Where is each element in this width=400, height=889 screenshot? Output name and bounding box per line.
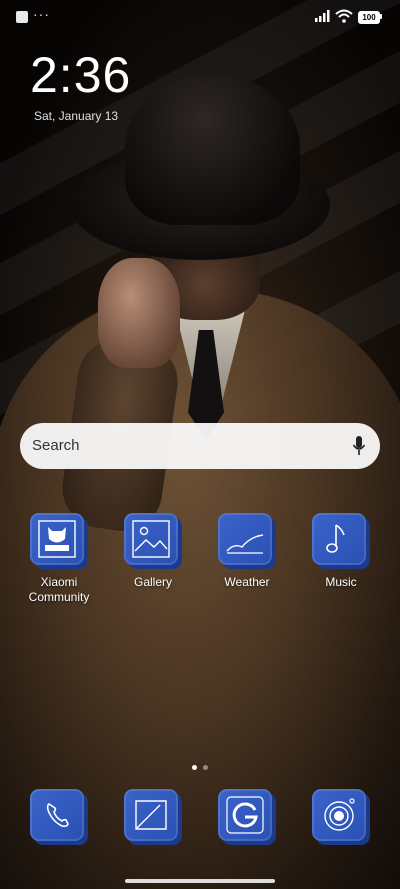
clock-time[interactable]: 2:36: [30, 47, 131, 103]
search-bar[interactable]: Search: [20, 423, 380, 469]
battery-icon: 100: [358, 11, 380, 24]
search-placeholder: Search: [32, 437, 80, 454]
app-weather[interactable]: Weather: [207, 513, 287, 590]
gallery-icon: [124, 513, 182, 569]
wifi-icon: [335, 9, 353, 23]
page-dot-active: [192, 765, 197, 770]
dock-phone[interactable]: [19, 789, 99, 845]
music-icon: [312, 513, 370, 569]
clock-date[interactable]: Sat, January 13: [34, 109, 118, 123]
dock-camera[interactable]: [301, 789, 381, 845]
page-dot: [203, 765, 208, 770]
page-indicator: [189, 757, 211, 775]
app-label: Xiaomi Community: [28, 575, 90, 604]
mic-icon[interactable]: [352, 435, 366, 457]
dock-messages[interactable]: [113, 789, 193, 845]
more-dots-icon: ···: [33, 6, 50, 22]
notification-square-icon: [16, 11, 28, 23]
signal-icon: [315, 10, 330, 22]
phone-icon: [30, 789, 88, 845]
dock-google[interactable]: [207, 789, 287, 845]
weather-icon: [218, 513, 276, 569]
home-gesture-bar[interactable]: [125, 879, 275, 883]
camera-icon: [312, 789, 370, 845]
xiaomi-community-icon: [30, 513, 88, 569]
messages-icon: [124, 789, 182, 845]
app-label: Gallery: [133, 575, 172, 589]
app-gallery[interactable]: Gallery: [113, 513, 193, 590]
app-label: Weather: [224, 575, 270, 589]
app-label: Music: [325, 575, 357, 589]
app-music[interactable]: Music: [301, 513, 381, 590]
status-bar: ··· 100: [0, 0, 400, 36]
app-xiaomi-community[interactable]: Xiaomi Community: [19, 513, 99, 605]
google-icon: [218, 789, 276, 845]
